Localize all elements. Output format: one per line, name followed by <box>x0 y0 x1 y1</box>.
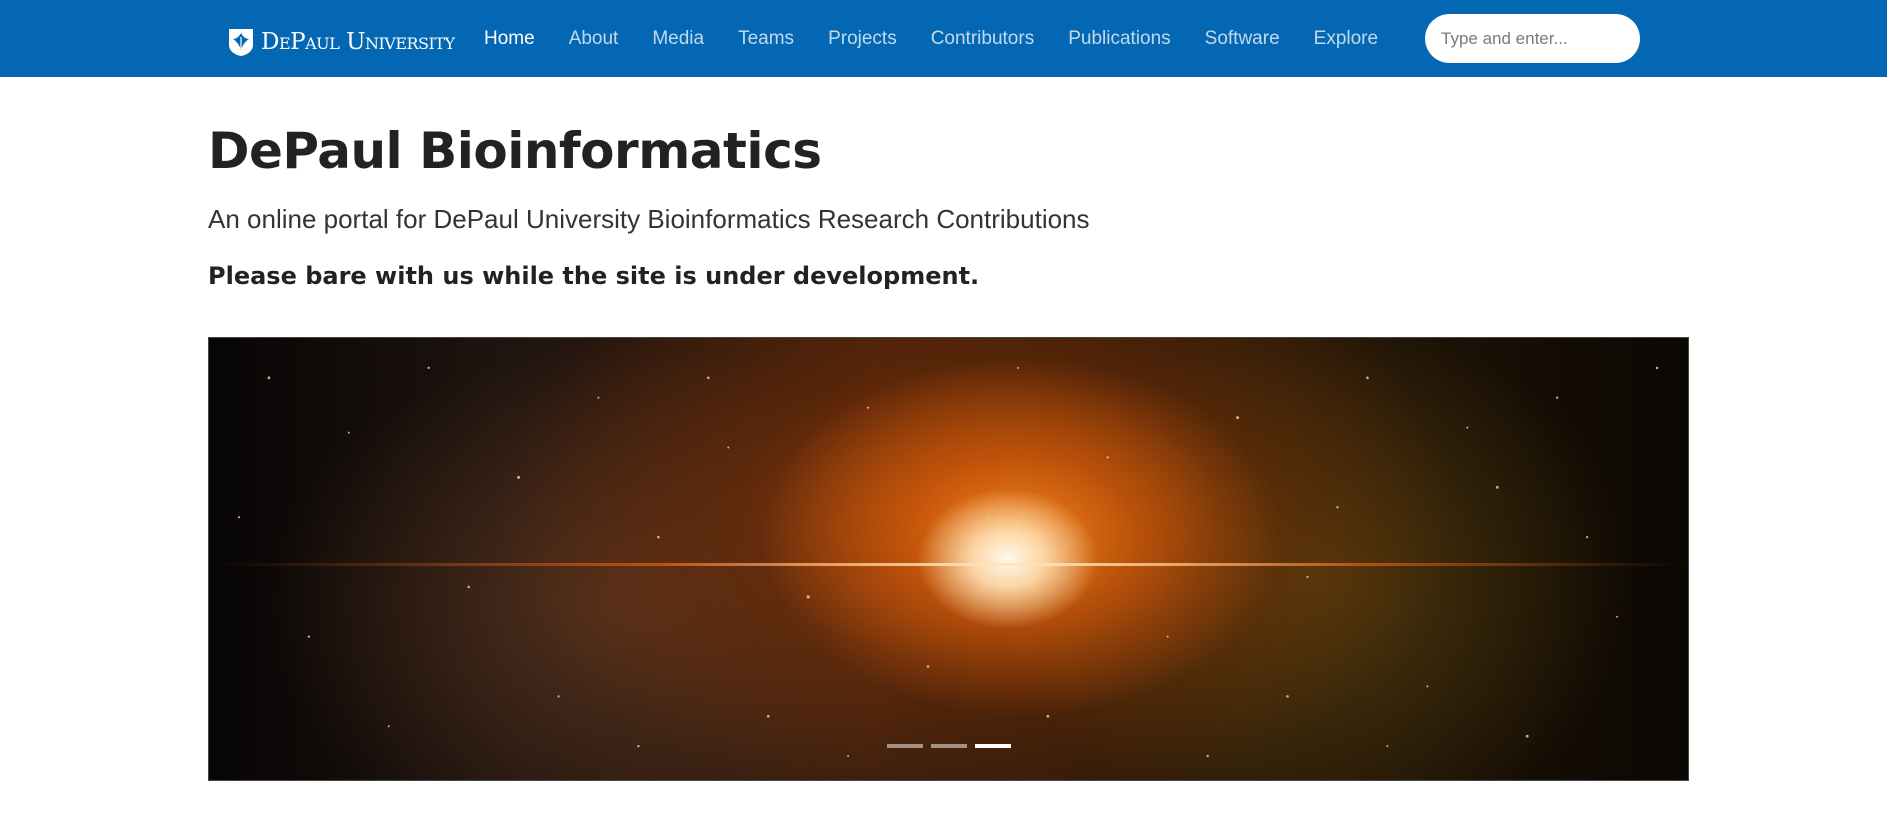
depaul-shield-icon <box>229 29 253 56</box>
page-subtitle: An online portal for DePaul University B… <box>208 204 1090 234</box>
page-title: DePaul Bioinformatics <box>208 122 822 180</box>
nav-item-media[interactable]: Media <box>652 28 704 50</box>
nav-item-explore[interactable]: Explore <box>1314 28 1378 50</box>
brand-name: DePaul University <box>261 29 455 55</box>
nav-menu: Home About Media Teams Projects Contribu… <box>484 0 1412 77</box>
nav-item-projects[interactable]: Projects <box>828 28 897 50</box>
brand-logo-link[interactable]: DePaul University <box>227 26 455 58</box>
nav-item-about[interactable]: About <box>569 28 619 50</box>
nav-item-publications[interactable]: Publications <box>1068 28 1170 50</box>
carousel-indicators <box>887 744 1011 748</box>
light-flare <box>209 563 1688 566</box>
nav-item-software[interactable]: Software <box>1205 28 1280 50</box>
hero-carousel[interactable] <box>208 337 1689 781</box>
nav-item-contributors[interactable]: Contributors <box>931 28 1035 50</box>
carousel-indicator-1[interactable] <box>887 744 923 748</box>
search-input[interactable] <box>1425 14 1640 63</box>
carousel-indicator-3[interactable] <box>975 744 1011 748</box>
nav-item-home[interactable]: Home <box>484 28 535 50</box>
carousel-indicator-2[interactable] <box>931 744 967 748</box>
top-navbar: DePaul University Home About Media Teams… <box>0 0 1887 77</box>
nebula-stars <box>237 366 1659 758</box>
nav-item-teams[interactable]: Teams <box>738 28 794 50</box>
development-notice: Please bare with us while the site is un… <box>208 262 980 290</box>
